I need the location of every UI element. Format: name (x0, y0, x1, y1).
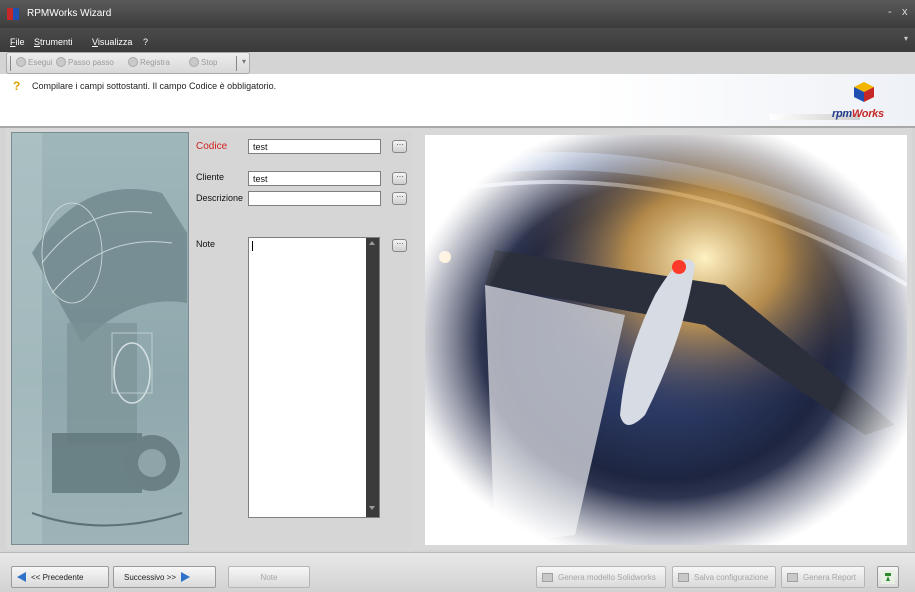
cliente-input[interactable] (248, 171, 381, 186)
generate-report-label: Genera Report (803, 572, 856, 582)
save-disk-icon (678, 572, 689, 582)
text-caret (252, 241, 253, 251)
cliente-label: Cliente (196, 172, 225, 182)
solidworks-icon (542, 572, 553, 582)
step-label: Passo passo (68, 57, 114, 67)
machine-illustration (11, 132, 189, 545)
scroll-up-icon[interactable] (369, 241, 375, 245)
record-button[interactable]: Registra (128, 57, 170, 67)
note-browse-button[interactable] (392, 237, 407, 252)
record-icon (128, 57, 138, 67)
arrow-right-icon (181, 572, 191, 582)
info-banner: ? Compilare i campi sottostanti. Il camp… (0, 74, 915, 126)
menu-file[interactable]: File (10, 37, 25, 47)
step-button[interactable]: Passo passo (56, 57, 114, 67)
record-label: Registra (140, 57, 170, 67)
logo-text: rpmWorks (832, 108, 884, 120)
minimize-button[interactable]: - (888, 6, 892, 18)
question-icon: ? (13, 79, 21, 93)
descrizione-browse-button[interactable] (392, 190, 407, 205)
generate-model-label: Genera modello Solidworks (558, 572, 656, 582)
save-config-button[interactable]: Salva configurazione (672, 566, 776, 588)
generate-model-button[interactable]: Genera modello Solidworks (536, 566, 666, 588)
instruction-message: Compilare i campi sottostanti. Il campo … (32, 81, 277, 91)
report-icon (787, 572, 798, 582)
note-textarea[interactable] (248, 237, 380, 518)
next-label: Successivo >> (124, 572, 177, 582)
toolbar-overflow-icon[interactable]: ▾ (242, 57, 246, 66)
generate-report-button[interactable]: Genera Report (781, 566, 865, 588)
next-button[interactable]: Successivo >> (113, 566, 216, 588)
previous-button[interactable]: << Precedente (11, 566, 109, 588)
close-button[interactable]: x (902, 6, 908, 18)
descrizione-label: Descrizione (196, 193, 244, 203)
toolbar-grip (10, 56, 11, 71)
arrow-left-icon (17, 572, 26, 582)
window-title: RPMWorks Wizard (27, 8, 112, 19)
scroll-down-icon[interactable] (369, 506, 375, 510)
toolbar-separator (236, 56, 237, 71)
chevron-down-icon[interactable]: ▾ (904, 34, 908, 43)
title-bar: RPMWorks Wizard - x (0, 0, 915, 28)
jet-photo (425, 135, 907, 545)
note-button[interactable]: Note (228, 566, 310, 588)
stop-button[interactable]: Stop (189, 57, 217, 67)
machine-drawing-icon (12, 133, 187, 544)
codice-browse-button[interactable] (392, 138, 407, 153)
menu-bar: File Strumenti Visualizza ? ▾ (0, 28, 915, 52)
codice-label: Codice (196, 141, 228, 152)
menu-visualizza[interactable]: Visualizza (92, 37, 132, 47)
play-icon (16, 57, 26, 67)
stop-label: Stop (201, 57, 218, 67)
step-icon (56, 57, 66, 67)
rpmworks-logo: rpmWorks (832, 80, 908, 126)
run-label: Esegui (28, 57, 53, 67)
jet-fighter-image (425, 135, 907, 545)
refresh-icon (881, 570, 895, 584)
app-icon (7, 8, 19, 20)
cliente-browse-button[interactable] (392, 170, 407, 185)
menu-help[interactable]: ? (143, 37, 148, 47)
previous-label: << Precedente (31, 572, 84, 582)
codice-input[interactable] (248, 139, 381, 154)
run-button[interactable]: Esegui (16, 57, 52, 67)
stop-icon (189, 57, 199, 67)
menu-strumenti[interactable]: Strumenti (34, 37, 73, 47)
logo-cube-icon (854, 82, 874, 102)
toolbar: Esegui Passo passo Registra Stop ▾ (6, 52, 250, 74)
note-scrollbar[interactable] (366, 238, 379, 517)
descrizione-input[interactable] (248, 191, 381, 206)
note-label: Note (196, 239, 216, 249)
refresh-button[interactable] (877, 566, 899, 588)
note-button-label: Note (260, 572, 278, 582)
save-config-label: Salva configurazione (694, 572, 769, 582)
